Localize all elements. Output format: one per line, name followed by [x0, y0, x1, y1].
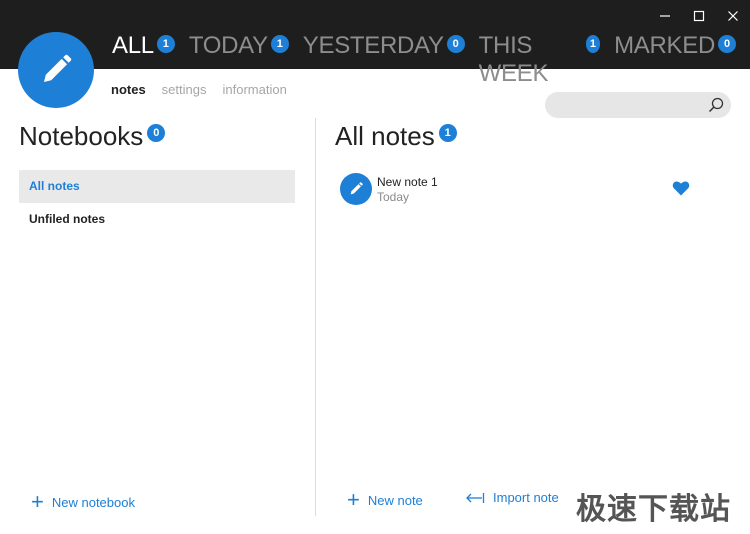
pencil-icon [350, 182, 363, 195]
subnav-notes[interactable]: notes [111, 82, 146, 97]
close-button[interactable] [716, 0, 750, 32]
maximize-icon [693, 10, 705, 22]
search-input[interactable] [545, 92, 731, 118]
note-avatar [340, 173, 372, 205]
top-nav: ALL 1 TODAY 1 YESTERDAY 0 THIS WEEK 1 MA… [112, 32, 750, 88]
subnav-settings[interactable]: settings [162, 82, 207, 97]
minimize-button[interactable] [648, 0, 682, 32]
import-arrow-icon [466, 492, 485, 503]
window-controls [648, 0, 750, 32]
note-date: Today [377, 190, 410, 204]
subnav-information[interactable]: information [222, 82, 286, 97]
tab-yesterday[interactable]: YESTERDAY 0 [303, 32, 465, 60]
tab-label: THIS WEEK [478, 32, 549, 87]
tab-this-week[interactable]: THIS WEEK 1 [478, 32, 601, 88]
new-notebook-button[interactable]: + New notebook [31, 489, 135, 514]
notebooks-heading: Notebooks 0 [19, 120, 166, 152]
minimize-icon [660, 15, 670, 17]
new-note-button[interactable]: + New note [347, 487, 423, 512]
count-badge: 1 [438, 124, 457, 142]
count-badge: 0 [147, 124, 166, 142]
count-badge: 1 [156, 35, 175, 53]
plus-icon: + [347, 487, 360, 512]
count-badge: 1 [270, 35, 289, 53]
search-icon[interactable] [707, 96, 725, 114]
count-badge: 0 [718, 35, 736, 53]
notebook-item-all-notes[interactable]: All notes [19, 170, 295, 203]
notebook-item-unfiled-notes[interactable]: Unfiled notes [19, 203, 295, 236]
sub-nav: notes settings information [111, 82, 303, 97]
title-bar: ALL 1 TODAY 1 YESTERDAY 0 THIS WEEK 1 MA… [0, 0, 750, 87]
count-badge: 0 [446, 35, 465, 53]
import-note-button[interactable]: Import note [465, 490, 559, 505]
heart-icon[interactable] [672, 180, 690, 196]
notes-title: All notes [335, 121, 435, 151]
pencil-icon [44, 54, 72, 82]
close-icon [728, 11, 738, 21]
count-badge: 1 [585, 35, 601, 53]
app-logo [18, 32, 94, 108]
notes-pane: All notes 1 New note 1 Today + New note … [316, 118, 750, 534]
new-note-label: New note [367, 492, 423, 508]
tab-all[interactable]: ALL 1 [112, 32, 175, 60]
note-item[interactable]: New note 1 Today [340, 170, 696, 210]
tab-marked[interactable]: MARKED 0 [614, 32, 736, 60]
tab-label: YESTERDAY [302, 32, 444, 59]
notes-heading: All notes 1 [335, 120, 457, 152]
tab-today[interactable]: TODAY 1 [189, 32, 289, 60]
notebooks-title: Notebooks [19, 121, 144, 151]
tab-label: ALL [112, 32, 154, 59]
maximize-button[interactable] [682, 0, 716, 32]
notebook-list: All notes Unfiled notes [19, 170, 295, 236]
watermark: 极速下载站 [576, 492, 731, 527]
import-note-label: Import note [493, 490, 559, 505]
tab-label: TODAY [188, 32, 268, 59]
notebooks-pane: Notebooks 0 All notes Unfiled notes + Ne… [0, 118, 315, 534]
new-notebook-label: New notebook [51, 494, 135, 510]
note-title: New note 1 [377, 175, 438, 189]
plus-icon: + [31, 489, 44, 514]
tab-label: MARKED [614, 32, 715, 59]
